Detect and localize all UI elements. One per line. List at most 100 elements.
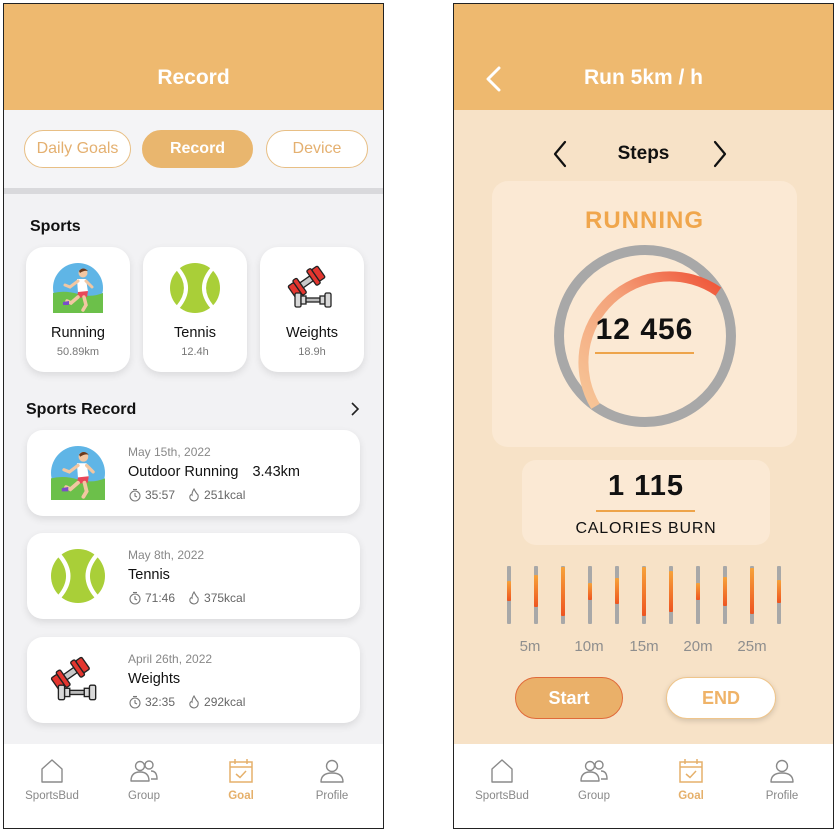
nav-profile[interactable]: Profile	[737, 758, 827, 802]
timeline-bar	[561, 566, 565, 624]
timeline-tick-label: 20m	[683, 638, 713, 655]
sport-card-weights[interactable]: Weights 18.9h	[260, 247, 364, 372]
timeline-bar-fill	[615, 578, 619, 604]
chevron-right-icon[interactable]	[712, 140, 728, 168]
page-title: Record	[157, 66, 230, 89]
nav-label: Group	[128, 790, 160, 802]
timeline-tick-label: 5m	[519, 638, 541, 655]
nav-label: Profile	[765, 790, 799, 802]
flame-icon	[187, 488, 201, 502]
timeline-bar-fill	[534, 575, 538, 607]
nav-label: Profile	[315, 790, 349, 802]
group-icon	[579, 758, 609, 784]
sports-record-title: Sports Record	[26, 401, 137, 418]
tennis-ball-icon	[51, 549, 105, 603]
timeline-tick-label: 15m	[629, 638, 659, 655]
tab-record[interactable]: Record	[142, 130, 253, 168]
sport-name: Weights	[285, 325, 339, 341]
step-underline	[595, 352, 694, 354]
end-button[interactable]: END	[666, 677, 776, 719]
calories-value: 1 115	[608, 470, 684, 502]
nav-goal[interactable]: Goal	[196, 758, 286, 802]
nav-goal[interactable]: Goal	[646, 758, 736, 802]
nav-label: Group	[578, 790, 610, 802]
record-distance: 3.43km	[252, 464, 300, 480]
page-title: Run 5km / h	[583, 66, 704, 89]
record-card-running[interactable]: May 15th, 2022 Outdoor Running 3.43km 35:…	[27, 430, 360, 516]
record-time: 35:57	[145, 488, 176, 502]
metric-label: Steps	[617, 143, 670, 164]
sport-value: 18.9h	[298, 346, 326, 358]
sport-card-tennis[interactable]: Tennis 12.4h	[143, 247, 247, 372]
sports-section-title: Sports	[30, 218, 81, 235]
tab-bar: Daily Goals Record Device	[4, 110, 383, 192]
record-title: Weights	[128, 671, 181, 687]
nav-label: SportsBud	[25, 790, 79, 802]
timeline-bar	[507, 566, 511, 624]
record-calories: 292kcal	[204, 695, 246, 709]
timeline-bar	[696, 566, 700, 624]
group-icon	[129, 758, 159, 784]
timer-icon	[128, 488, 142, 502]
timeline-bars	[454, 566, 833, 628]
record-card-weights[interactable]: April 26th, 2022 Weights 32:35 292kcal	[27, 637, 360, 723]
dumbbell-icon	[47, 653, 105, 707]
dumbbell-icon	[284, 263, 340, 313]
timeline-bar-fill	[588, 583, 592, 600]
flame-icon	[187, 695, 201, 709]
record-meta: 71:46 375kcal	[128, 591, 245, 605]
nav-group[interactable]: Group	[549, 758, 639, 802]
timeline-bar-fill	[696, 583, 700, 600]
calories-underline	[596, 510, 695, 512]
tab-device[interactable]: Device	[266, 130, 368, 168]
nav-sportsbud[interactable]: SportsBud	[457, 758, 547, 802]
record-screen: Record Daily Goals Record Device Sports …	[3, 3, 384, 829]
activity-title: RUNNING	[585, 207, 704, 234]
metric-selector: Steps	[454, 140, 833, 170]
run-detail-screen: Run 5km / h Steps RUNNING 12 456 1 115 C…	[453, 3, 834, 829]
sport-name: Running	[50, 325, 105, 341]
nav-label: Goal	[228, 790, 254, 802]
timeline-bar-fill	[723, 577, 727, 606]
runner-icon	[53, 263, 103, 313]
timeline-bar-fill	[561, 567, 565, 616]
record-date: May 15th, 2022	[128, 445, 211, 459]
nav-label: SportsBud	[475, 790, 529, 802]
timeline-bar	[669, 566, 673, 624]
chevron-right-icon[interactable]	[350, 402, 360, 416]
calories-label: CALORIES BURN	[575, 520, 717, 537]
record-card-tennis[interactable]: May 8th, 2022 Tennis 71:46 375kcal	[27, 533, 360, 619]
profile-icon	[769, 758, 795, 784]
record-date: May 8th, 2022	[128, 548, 205, 562]
timeline-bar-fill	[669, 571, 673, 612]
header: Record	[4, 4, 383, 110]
flame-icon	[187, 591, 201, 605]
record-meta: 35:57 251kcal	[128, 488, 245, 502]
home-icon	[39, 758, 65, 784]
timeline-tick-label: 10m	[574, 638, 604, 655]
record-title: Outdoor Running 3.43km	[128, 464, 300, 480]
timer-icon	[128, 591, 142, 605]
start-button[interactable]: Start	[515, 677, 623, 719]
profile-icon	[319, 758, 345, 784]
timeline-bar	[777, 566, 781, 624]
timeline-bar-fill	[642, 567, 646, 616]
nav-label: Goal	[678, 790, 704, 802]
tennis-ball-icon	[170, 263, 220, 313]
nav-sportsbud[interactable]: SportsBud	[7, 758, 97, 802]
timeline-bar-fill	[507, 581, 511, 601]
timeline-bar	[642, 566, 646, 624]
step-count: 12 456	[595, 313, 694, 346]
sport-name: Tennis	[174, 325, 216, 341]
sport-card-running[interactable]: Running 50.89km	[26, 247, 130, 372]
timer-icon	[128, 695, 142, 709]
steps-panel: RUNNING 12 456	[492, 181, 797, 447]
nav-group[interactable]: Group	[99, 758, 189, 802]
sport-value: 50.89km	[56, 346, 100, 358]
timeline-bar	[534, 566, 538, 624]
nav-profile[interactable]: Profile	[287, 758, 377, 802]
bottom-nav: SportsBud Group Goal Profile	[4, 744, 383, 828]
record-date: April 26th, 2022	[128, 652, 213, 666]
record-time: 32:35	[145, 695, 176, 709]
tab-daily-goals[interactable]: Daily Goals	[24, 130, 131, 168]
